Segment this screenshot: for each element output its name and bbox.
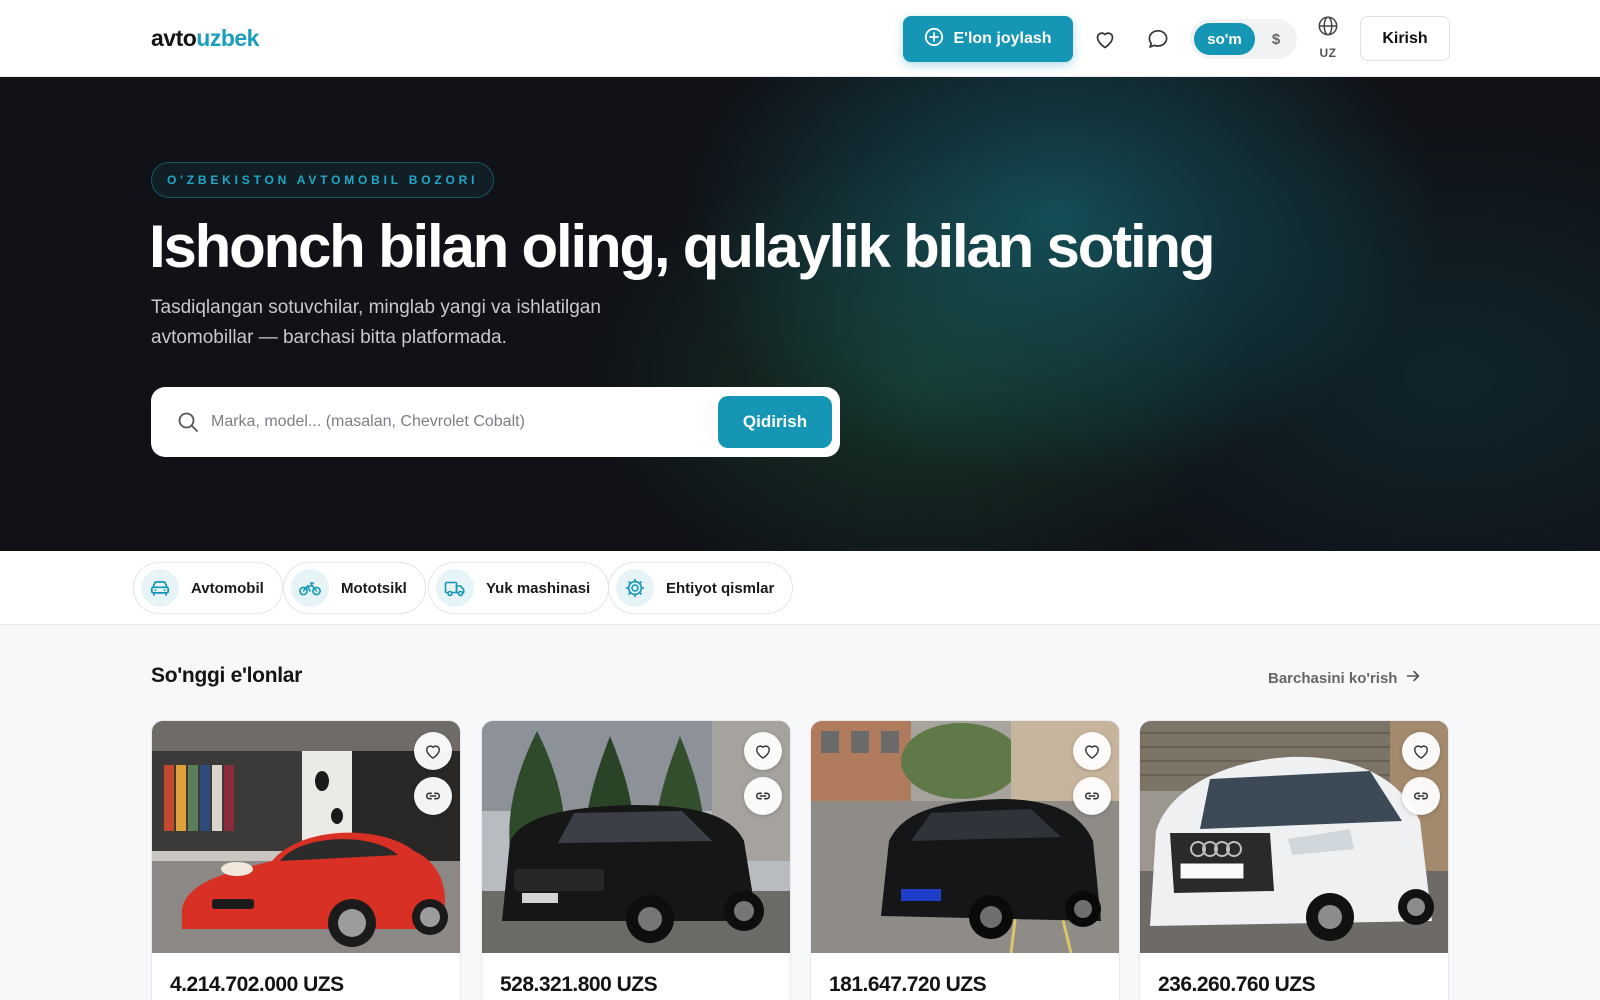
share-link-icon[interactable] bbox=[1402, 777, 1440, 815]
messages-chat-icon[interactable] bbox=[1145, 26, 1171, 52]
hero-badge: O'ZBEKISTON AVTOMOBIL BOZORI bbox=[151, 162, 495, 198]
currency-toggle: so'm $ bbox=[1190, 19, 1297, 59]
see-all-link[interactable]: Barchasini ko'rish bbox=[1268, 668, 1421, 688]
hero-title: Ishonch bilan oling, qulaylik bilan soti… bbox=[149, 213, 1216, 280]
logo-part-avto: avto bbox=[151, 25, 197, 51]
listing-price: 528.321.800 UZS bbox=[500, 973, 658, 996]
category-label: Avtomobil bbox=[191, 579, 264, 597]
truck-icon bbox=[436, 569, 474, 607]
see-all-label: Barchasini ko'rish bbox=[1268, 669, 1398, 687]
motorcycle-icon bbox=[291, 569, 329, 607]
share-link-icon[interactable] bbox=[744, 777, 782, 815]
listing-price: 181.647.720 UZS bbox=[829, 973, 987, 996]
arrow-right-icon bbox=[1405, 668, 1421, 688]
favorite-heart-icon[interactable] bbox=[1402, 732, 1440, 770]
search-input[interactable] bbox=[211, 407, 631, 437]
logo[interactable]: avtouzbek bbox=[151, 25, 259, 52]
language-label: UZ bbox=[1319, 46, 1337, 60]
category-label: Mototsikl bbox=[341, 579, 407, 597]
latest-listings-title: So'nggi e'lonlar bbox=[151, 664, 303, 687]
category-label: Ehtiyot qismlar bbox=[666, 579, 775, 597]
post-ad-button[interactable]: E'lon joylash bbox=[903, 16, 1073, 62]
language-switcher[interactable]: UZ bbox=[1312, 15, 1344, 61]
listing-card[interactable]: 236.260.760 UZS bbox=[1139, 720, 1449, 1000]
logo-part-uzbek: uzbek bbox=[196, 25, 259, 51]
listing-price: 4.214.702.000 UZS bbox=[170, 973, 344, 996]
post-ad-label: E'lon joylash bbox=[953, 30, 1052, 47]
share-link-icon[interactable] bbox=[414, 777, 452, 815]
listing-card[interactable]: 528.321.800 UZS bbox=[481, 720, 791, 1000]
favorite-heart-icon[interactable] bbox=[414, 732, 452, 770]
currency-som-option[interactable]: so'm bbox=[1194, 23, 1255, 55]
category-label: Yuk mashinasi bbox=[486, 579, 591, 597]
hero-section: O'ZBEKISTON AVTOMOBIL BOZORI Ishonch bil… bbox=[0, 77, 1600, 551]
currency-usd-option[interactable]: $ bbox=[1262, 23, 1290, 55]
favorites-heart-icon[interactable] bbox=[1092, 26, 1118, 52]
favorite-heart-icon[interactable] bbox=[744, 732, 782, 770]
favorite-heart-icon[interactable] bbox=[1073, 732, 1111, 770]
share-link-icon[interactable] bbox=[1073, 777, 1111, 815]
car-icon bbox=[141, 569, 179, 607]
plus-circle-icon bbox=[924, 27, 944, 52]
search-bar: Qidirish bbox=[151, 387, 840, 457]
search-icon bbox=[177, 411, 199, 433]
search-button[interactable]: Qidirish bbox=[718, 396, 832, 448]
site-header: avtouzbek E'lon joylash so'm $ UZ Kirish bbox=[0, 0, 1600, 77]
category-tab-motorcycle[interactable]: Mototsikl bbox=[283, 562, 426, 614]
listing-price: 236.260.760 UZS bbox=[1158, 973, 1316, 996]
globe-icon bbox=[1317, 15, 1339, 42]
category-tab-spare-parts[interactable]: Ehtiyot qismlar bbox=[608, 562, 794, 614]
listing-card[interactable]: 4.214.702.000 UZS bbox=[151, 720, 461, 1000]
login-button[interactable]: Kirish bbox=[1360, 16, 1450, 61]
category-tab-car[interactable]: Avtomobil bbox=[133, 562, 283, 614]
category-bar: Avtomobil Mototsikl Yuk mashinasi Ehtiyo… bbox=[0, 551, 1600, 625]
listing-card[interactable]: 181.647.720 UZS bbox=[810, 720, 1120, 1000]
hero-subtitle: Tasdiqlangan sotuvchilar, minglab yangi … bbox=[151, 297, 601, 348]
gear-icon bbox=[616, 569, 654, 607]
category-tab-truck[interactable]: Yuk mashinasi bbox=[428, 562, 610, 614]
